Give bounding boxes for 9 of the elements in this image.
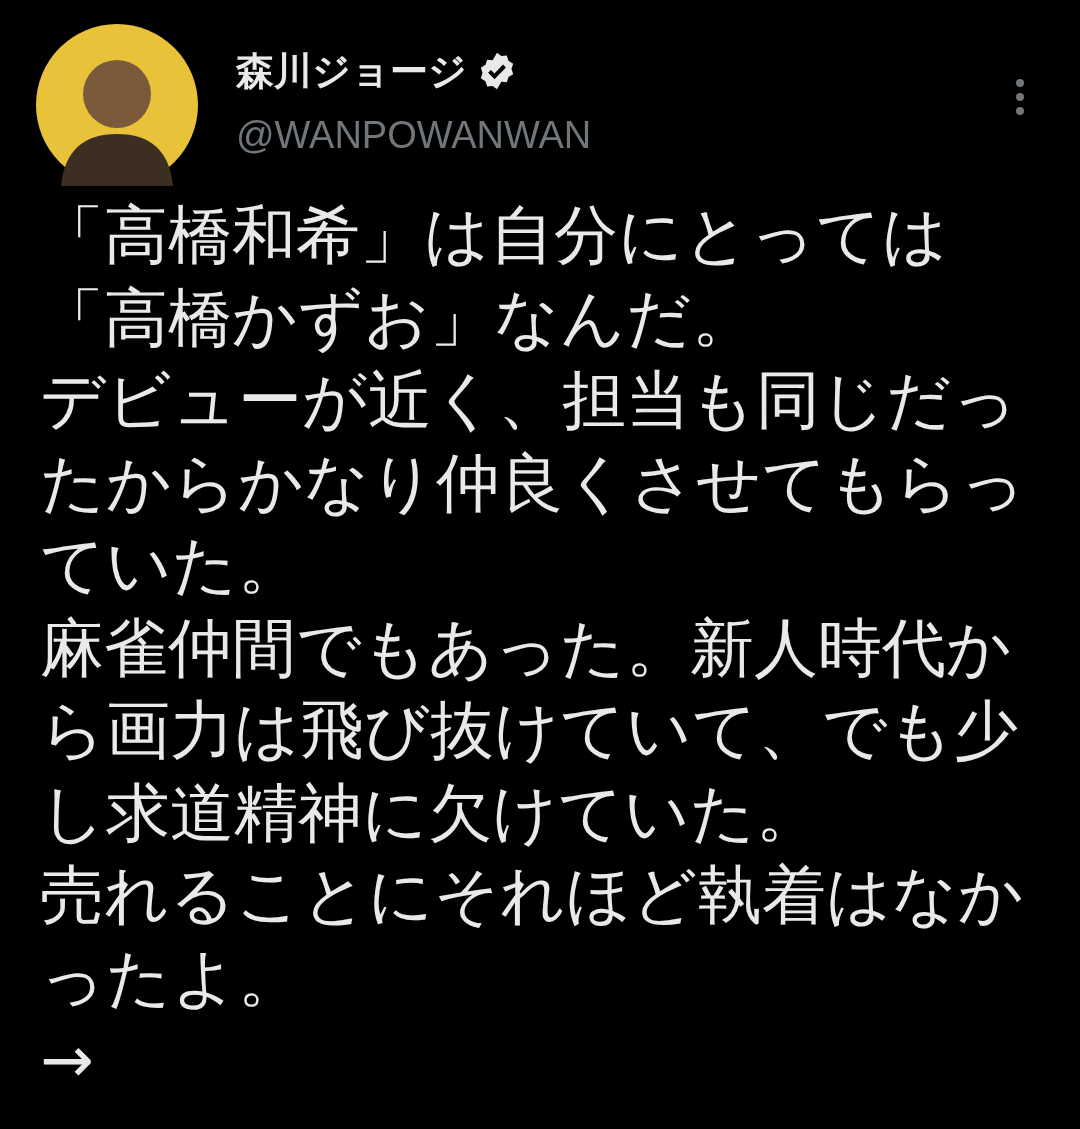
avatar[interactable]	[36, 24, 198, 186]
display-name[interactable]: 森川ジョージ	[236, 46, 467, 96]
post-text: デビューが近く、担当も同じだったからかなり仲良くさせてもらっていた。	[40, 362, 1027, 604]
post-text: 「高橋和希」は自分にとっては「高橋かずお」なんだ。	[40, 197, 949, 357]
post-text: 売れることにそれほど執着はなかったよ。	[40, 857, 1025, 1017]
username[interactable]: @WANPOWANWAN	[236, 110, 592, 160]
post-text: →	[40, 1022, 95, 1099]
more-icon[interactable]	[1014, 78, 1026, 116]
post-text: 麻雀仲間でもあった。新人時代から画力は飛び抜けていて、でも少し求道精神に欠けていた。	[40, 609, 1019, 852]
